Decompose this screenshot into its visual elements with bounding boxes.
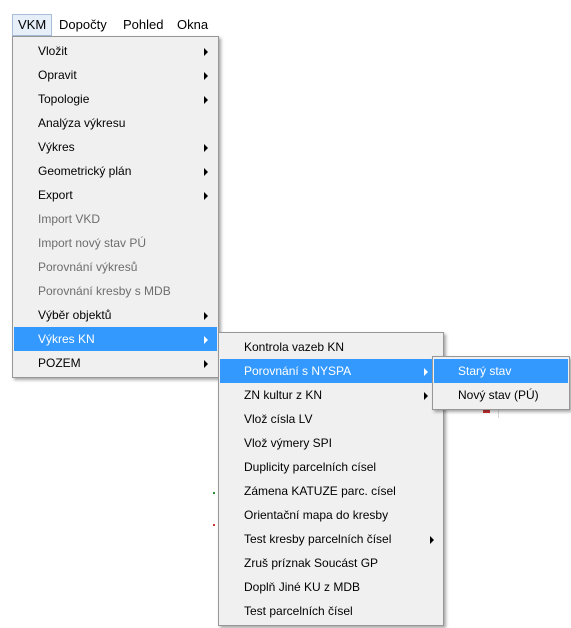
menu-item-label: Porovnání s NYSPA [244, 364, 352, 378]
menu-item-porovnani-vykresu[interactable]: Porovnání výkresů [14, 255, 217, 279]
canvas-fragment-green [213, 492, 215, 494]
submenu-arrow-icon [424, 392, 428, 400]
menu-item-label: Orientační mapa do kresby [244, 508, 389, 522]
menu-item-zamena-katuze[interactable]: Zámena KATUZE parc. císel [220, 479, 442, 503]
submenu-arrow-icon [204, 336, 208, 344]
menu-item-label: Import nový stav PÚ [38, 236, 147, 250]
vkm-menu: Vložit Opravit Topologie Analýza výkresu… [12, 36, 219, 378]
menu-item-vloz-cisla-lv[interactable]: Vlož císla LV [220, 407, 442, 431]
menu-item-test-parcelnich[interactable]: Test parcelních čísel [220, 599, 442, 623]
canvas-fragment-red [213, 524, 215, 526]
submenu-arrow-icon [204, 312, 208, 320]
submenu-arrow-icon [430, 536, 434, 544]
menu-item-pozem[interactable]: POZEM [14, 351, 217, 375]
submenu-arrow-icon [204, 72, 208, 80]
menu-item-duplicity[interactable]: Duplicity parcelních císel [220, 455, 442, 479]
menu-item-label: Porovnání kresby s MDB [38, 284, 171, 298]
menu-item-label: POZEM [38, 356, 81, 370]
menubar-pohled[interactable]: Pohled [118, 14, 168, 36]
menu-item-vlozit[interactable]: Vložit [14, 39, 217, 63]
menu-bar: VKM Dopočty Pohled Okna [0, 0, 571, 36]
nyspa-submenu: Starý stav Nový stav (PÚ) [432, 356, 570, 410]
menubar-dopocty[interactable]: Dopočty [54, 14, 112, 36]
menu-item-label: Vlož výmery SPI [244, 436, 333, 450]
menu-item-label: Zámena KATUZE parc. císel [244, 484, 396, 498]
menu-item-label: Vložit [38, 44, 68, 58]
menubar-okna[interactable]: Okna [172, 14, 213, 36]
menu-item-label: Starý stav [458, 364, 512, 378]
menu-item-orientacni-mapa[interactable]: Orientační mapa do kresby [220, 503, 442, 527]
menu-item-label: Výběr objektů [38, 308, 112, 322]
menu-item-novy-stav[interactable]: Nový stav (PÚ) [434, 383, 568, 407]
menu-item-import-novy-stav[interactable]: Import nový stav PÚ [14, 231, 217, 255]
submenu-arrow-icon [204, 48, 208, 56]
menu-item-geometricky-plan[interactable]: Geometrický plán [14, 159, 217, 183]
submenu-arrow-icon [204, 144, 208, 152]
menu-item-label: Test parcelních čísel [244, 604, 353, 618]
menu-item-label: Geometrický plán [38, 164, 132, 178]
menu-item-label: Výkres [38, 140, 75, 154]
menu-item-export[interactable]: Export [14, 183, 217, 207]
menu-item-vloz-vymery[interactable]: Vlož výmery SPI [220, 431, 442, 455]
menu-item-topologie[interactable]: Topologie [14, 87, 217, 111]
menu-item-vykres-kn[interactable]: Výkres KN [14, 327, 217, 351]
menu-item-label: Analýza výkresu [38, 116, 126, 130]
menu-item-opravit[interactable]: Opravit [14, 63, 217, 87]
menu-item-label: Export [38, 188, 73, 202]
menu-item-vykres[interactable]: Výkres [14, 135, 217, 159]
menu-item-label: Topologie [38, 92, 90, 106]
menu-item-label: Doplň Jiné KU z MDB [244, 580, 361, 594]
submenu-arrow-icon [204, 96, 208, 104]
menu-item-label: Vlož císla LV [244, 412, 313, 426]
menu-item-kontrola-vazeb[interactable]: Kontrola vazeb KN [220, 335, 442, 359]
menu-item-label: Kontrola vazeb KN [244, 340, 345, 354]
menu-item-label: Zruš príznak Soucást GP [244, 556, 379, 570]
menu-item-analyza-vykresu[interactable]: Analýza výkresu [14, 111, 217, 135]
menu-item-zn-kultur[interactable]: ZN kultur z KN [220, 383, 442, 407]
menu-item-dopln-jine-ku[interactable]: Doplň Jiné KU z MDB [220, 575, 442, 599]
vykres-kn-submenu: Kontrola vazeb KN Porovnání s NYSPA ZN k… [218, 332, 444, 626]
menu-item-label: Porovnání výkresů [38, 260, 138, 274]
submenu-arrow-icon [204, 192, 208, 200]
menu-item-label: Výkres KN [38, 332, 95, 346]
menu-item-porovnani-kresby[interactable]: Porovnání kresby s MDB [14, 279, 217, 303]
menu-item-label: ZN kultur z KN [244, 388, 323, 402]
menu-item-test-kresby[interactable]: Test kresby parcelních čísel [220, 527, 442, 551]
menu-item-label: Import VKD [38, 212, 101, 226]
menu-item-zrus-priznak[interactable]: Zruš príznak Soucást GP [220, 551, 442, 575]
menubar-vkm[interactable]: VKM [12, 14, 53, 36]
submenu-arrow-icon [204, 168, 208, 176]
menu-item-label: Opravit [38, 68, 77, 82]
menu-item-porovnani-nyspa[interactable]: Porovnání s NYSPA [220, 359, 442, 383]
menu-item-vyber-objektu[interactable]: Výběr objektů [14, 303, 217, 327]
menu-item-label: Test kresby parcelních čísel [244, 532, 392, 546]
submenu-arrow-icon [204, 360, 208, 368]
menu-item-label: Nový stav (PÚ) [458, 388, 539, 402]
menu-item-import-vkd[interactable]: Import VKD [14, 207, 217, 231]
submenu-arrow-icon [424, 368, 428, 376]
menu-item-stary-stav[interactable]: Starý stav [434, 359, 568, 383]
menu-item-label: Duplicity parcelních císel [244, 460, 377, 474]
